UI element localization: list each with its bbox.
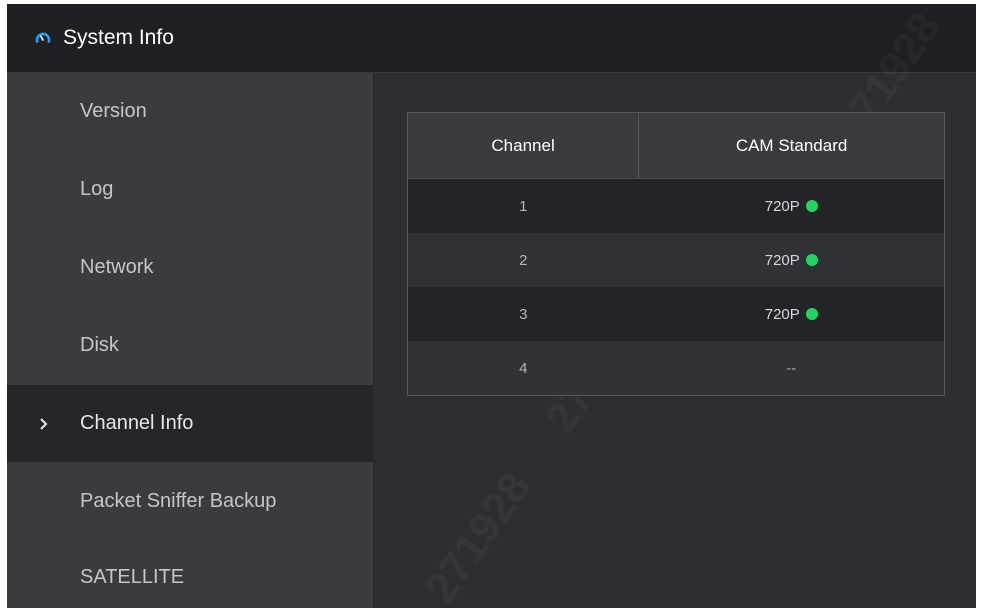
chevron-right-icon: [40, 417, 48, 430]
sidebar-item-label: Log: [80, 178, 114, 200]
content-panel: 271928 271928 271928 271928 Channel CAM …: [375, 73, 976, 608]
online-status-icon: [805, 308, 818, 320]
column-header-channel: Channel: [408, 113, 640, 178]
cam-standard-cell: 720P: [639, 287, 944, 341]
sidebar-item-log[interactable]: Log: [7, 151, 373, 228]
sidebar-item-disk[interactable]: Disk: [7, 307, 373, 384]
sidebar-item-packet-sniffer-backup[interactable]: Packet Sniffer Backup: [7, 463, 373, 540]
sidebar-nav: Version Log Network Disk Channel Info Pa…: [7, 73, 375, 608]
cam-standard-cell: --: [639, 341, 944, 395]
watermark: 271928: [416, 464, 541, 608]
channel-number: 1: [519, 197, 528, 215]
cam-standard-cell: 720P: [639, 179, 944, 233]
system-info-window: System Info Version Log Network Disk Cha…: [7, 4, 976, 608]
sidebar-item-label: Network: [80, 256, 154, 278]
channel-info-table: Channel CAM Standard 1 720P 2 720P 3 720…: [407, 112, 945, 396]
channel-number: 3: [519, 305, 528, 323]
table-row: 4 --: [408, 341, 944, 395]
table-row: 3 720P: [408, 287, 944, 341]
cam-standard-value: --: [786, 359, 797, 377]
table-row: 2 720P: [408, 233, 944, 287]
channel-number: 2: [519, 251, 528, 269]
sidebar-item-label: SATELLITE: [80, 566, 185, 588]
channel-number: 4: [519, 359, 528, 377]
sidebar-item-label: Packet Sniffer Backup: [80, 490, 277, 512]
cam-standard-value: 720P: [764, 305, 800, 323]
sidebar-item-network[interactable]: Network: [7, 229, 373, 306]
cam-standard-cell: 720P: [639, 233, 944, 287]
column-header-cam-standard: CAM Standard: [735, 135, 848, 155]
title-bar: System Info: [7, 4, 976, 73]
cam-standard-value: 720P: [764, 251, 800, 269]
online-status-icon: [805, 200, 818, 212]
sidebar-item-channel-info[interactable]: Channel Info: [7, 385, 373, 462]
cam-standard-value: 720P: [764, 197, 800, 215]
table-row: 1 720P: [408, 179, 944, 233]
sidebar-item-label: Disk: [80, 334, 119, 356]
online-status-icon: [805, 254, 818, 266]
window-title: System Info: [63, 26, 174, 49]
sidebar-item-satellite[interactable]: SATELLITE: [7, 539, 373, 608]
sidebar-item-version[interactable]: Version: [7, 73, 373, 150]
sidebar-item-label: Channel Info: [80, 412, 194, 434]
table-header: Channel CAM Standard: [408, 113, 944, 179]
gauge-icon: [35, 32, 51, 43]
sidebar-item-label: Version: [80, 100, 147, 122]
